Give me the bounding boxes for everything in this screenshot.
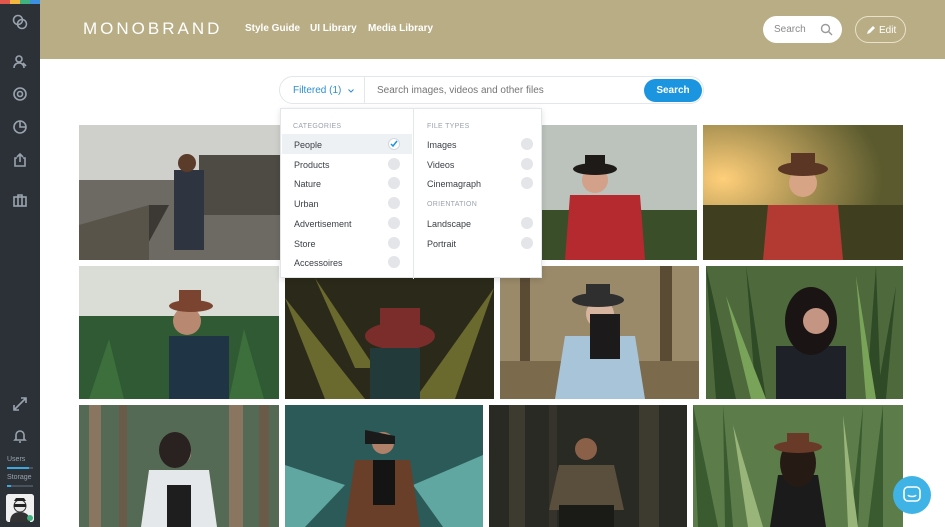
filter-option-label: Store bbox=[294, 238, 316, 249]
briefcase-icon[interactable] bbox=[10, 190, 30, 210]
users-icon[interactable] bbox=[10, 52, 30, 72]
filter-option-people[interactable]: People bbox=[282, 134, 412, 154]
filter-option-products[interactable]: Products bbox=[282, 154, 412, 174]
filter-option-label: Accessoires bbox=[294, 258, 343, 269]
photo-hat-in-leaves[interactable] bbox=[285, 278, 494, 399]
photo-woman-teal-water[interactable] bbox=[285, 405, 483, 527]
pencil-icon bbox=[867, 26, 875, 34]
filter-option-portrait[interactable]: Portrait bbox=[415, 233, 545, 253]
unchecked-checkbox[interactable] bbox=[521, 157, 533, 170]
app-logo-icon[interactable] bbox=[10, 12, 30, 32]
settings-gear-icon[interactable] bbox=[10, 84, 30, 104]
chevron-down-icon bbox=[348, 89, 354, 93]
filter-option-label: Landscape bbox=[427, 219, 472, 229]
share-upload-icon[interactable] bbox=[10, 150, 30, 170]
filter-dropdown-panel: CATEGORIES People Products Nature Urban Adve… bbox=[280, 108, 545, 279]
filter-option-label: Portrait bbox=[427, 238, 457, 249]
photo-woman-trees-striped[interactable] bbox=[79, 405, 279, 527]
filter-option-store[interactable]: Store bbox=[282, 233, 412, 253]
storage-usage-bar bbox=[7, 485, 33, 487]
dropdown-divider bbox=[413, 109, 414, 279]
chat-support-button[interactable] bbox=[893, 476, 931, 514]
user-avatar[interactable] bbox=[6, 494, 34, 522]
checked-checkbox[interactable] bbox=[388, 138, 400, 150]
filter-option-label: Cinemagraph bbox=[427, 179, 482, 190]
unchecked-checkbox[interactable] bbox=[521, 138, 533, 150]
unchecked-checkbox[interactable] bbox=[388, 216, 400, 229]
filter-option-landscape[interactable]: Landscape bbox=[415, 213, 545, 233]
filter-option-label: Nature bbox=[294, 179, 322, 190]
brand-color-stripe bbox=[0, 0, 40, 4]
categories-heading: CATEGORIES bbox=[293, 123, 342, 130]
unchecked-checkbox[interactable] bbox=[388, 236, 400, 249]
photo-woman-forest-hat[interactable] bbox=[500, 266, 699, 399]
unchecked-checkbox[interactable] bbox=[521, 217, 533, 229]
filter-option-accessoires[interactable]: Accessoires bbox=[282, 252, 412, 272]
orientation-heading: ORIENTATION bbox=[427, 201, 478, 208]
photo-man-field-hat[interactable] bbox=[79, 266, 279, 399]
users-usage-label: Users bbox=[7, 456, 26, 463]
brand-logo[interactable]: MONOBRAND bbox=[83, 19, 222, 39]
unchecked-checkbox[interactable] bbox=[521, 177, 533, 190]
filter-option-advertisement[interactable]: Advertisement bbox=[282, 213, 412, 233]
unchecked-checkbox[interactable] bbox=[521, 236, 533, 249]
file-types-heading: FILE TYPES bbox=[427, 123, 470, 130]
header-search-placeholder: Search bbox=[774, 24, 806, 35]
photo-woman-sunset-hat[interactable] bbox=[703, 125, 903, 260]
filter-option-label: People bbox=[294, 140, 323, 150]
expand-icon[interactable] bbox=[10, 394, 30, 414]
unchecked-checkbox[interactable] bbox=[388, 177, 400, 190]
top-header: MONOBRAND Style Guide UI Library Media L… bbox=[40, 0, 945, 59]
photo-woman-back-cornfield[interactable] bbox=[693, 405, 903, 527]
filter-option-label: Advertisement bbox=[294, 218, 352, 229]
chat-bubble-icon bbox=[903, 486, 921, 502]
nav-ui-library[interactable]: UI Library bbox=[310, 23, 357, 34]
analytics-pie-icon[interactable] bbox=[10, 117, 30, 137]
filter-option-label: Products bbox=[294, 159, 330, 170]
photo-woman-cornfield[interactable] bbox=[706, 266, 903, 399]
users-usage-bar bbox=[7, 467, 33, 469]
filter-option-nature[interactable]: Nature bbox=[282, 173, 412, 193]
edit-button[interactable]: Edit bbox=[855, 16, 906, 43]
filter-option-label: Videos bbox=[427, 159, 455, 170]
filter-option-urban[interactable]: Urban bbox=[282, 193, 412, 213]
media-search-bar: Filtered (1) Search bbox=[279, 76, 704, 104]
header-search-field[interactable]: Search bbox=[763, 16, 842, 43]
edit-button-label: Edit bbox=[879, 25, 897, 36]
media-search-input[interactable] bbox=[377, 85, 637, 96]
filter-option-label: Images bbox=[427, 140, 457, 150]
unchecked-checkbox[interactable] bbox=[388, 197, 400, 210]
photo-man-dark-forest[interactable] bbox=[489, 405, 687, 527]
filter-dropdown-toggle[interactable]: Filtered (1) bbox=[280, 77, 365, 103]
nav-media-library[interactable]: Media Library bbox=[368, 23, 433, 34]
unchecked-checkbox[interactable] bbox=[388, 256, 400, 269]
filter-option-images[interactable]: Images bbox=[415, 134, 545, 154]
checkmark-icon bbox=[390, 140, 398, 148]
photo-woman-railway[interactable] bbox=[79, 125, 285, 260]
filter-option-label: Urban bbox=[294, 199, 319, 210]
filter-label: Filtered (1) bbox=[293, 85, 342, 96]
filter-option-cinemagraph[interactable]: Cinemagraph bbox=[415, 173, 545, 193]
nav-style-guide[interactable]: Style Guide bbox=[245, 23, 300, 34]
search-button[interactable]: Search bbox=[644, 79, 702, 102]
left-rail: Users Storage bbox=[0, 0, 40, 527]
online-status-dot bbox=[27, 515, 33, 521]
storage-usage-label: Storage bbox=[7, 474, 32, 481]
search-icon bbox=[820, 23, 833, 36]
notifications-bell-icon[interactable] bbox=[10, 426, 30, 446]
filter-option-videos[interactable]: Videos bbox=[415, 154, 545, 174]
unchecked-checkbox[interactable] bbox=[388, 157, 400, 170]
